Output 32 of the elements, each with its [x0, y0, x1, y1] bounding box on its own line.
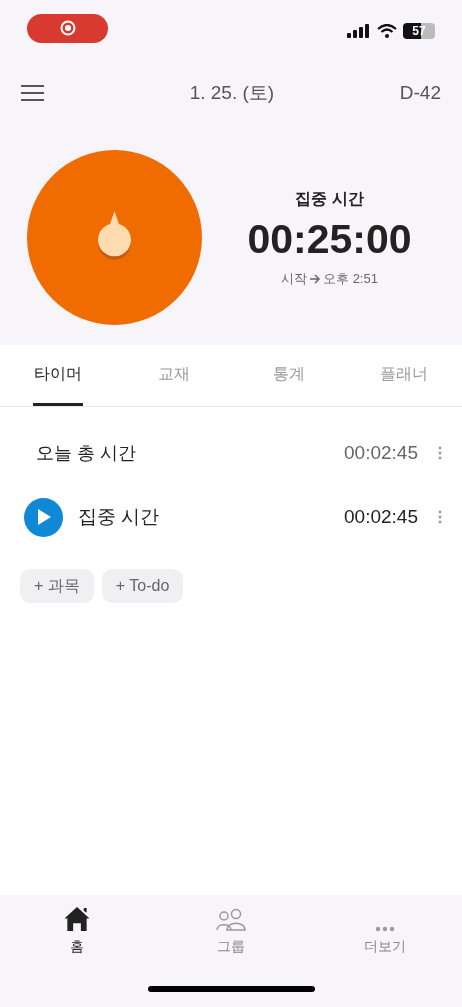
- nav-item[interactable]: 홈: [0, 905, 154, 957]
- play-button[interactable]: [24, 497, 63, 537]
- timer-dial[interactable]: [27, 150, 202, 325]
- people-icon: [215, 908, 247, 932]
- record-icon: [59, 20, 76, 36]
- add-button[interactable]: + 과목: [20, 569, 94, 603]
- menu-icon[interactable]: [21, 85, 44, 101]
- tab[interactable]: 통계: [231, 345, 347, 406]
- start-label: 시작: [281, 269, 308, 288]
- tab[interactable]: 플래너: [346, 345, 462, 406]
- total-time-value: 00:02:45: [344, 440, 418, 465]
- timer-time: 00:25:00: [247, 214, 412, 263]
- total-time-label: 오늘 총 시간: [36, 441, 137, 465]
- timer-title: 집중 시간: [295, 188, 364, 209]
- tab[interactable]: 교재: [116, 345, 232, 406]
- d-day-label: D-42: [399, 80, 441, 105]
- subject-time: 00:02:45: [344, 504, 418, 529]
- nav-item[interactable]: 그룹: [154, 905, 308, 957]
- add-button[interactable]: + To-do: [101, 569, 184, 603]
- subject-name: 집중 시간: [78, 504, 161, 529]
- more-options-icon[interactable]: [438, 510, 442, 524]
- nav-item[interactable]: 더보기: [308, 905, 462, 957]
- signal-icon: [347, 24, 371, 38]
- play-icon: [36, 509, 51, 525]
- date-label: 1. 25. (토): [189, 80, 275, 105]
- tab[interactable]: 타이머: [33, 345, 83, 406]
- more-options-icon[interactable]: [438, 446, 442, 460]
- wifi-icon: [377, 24, 397, 38]
- arrow-icon: [309, 272, 322, 285]
- more-icon: [375, 926, 395, 932]
- home-icon: [62, 905, 92, 932]
- start-time: 오후 2:51: [323, 269, 378, 288]
